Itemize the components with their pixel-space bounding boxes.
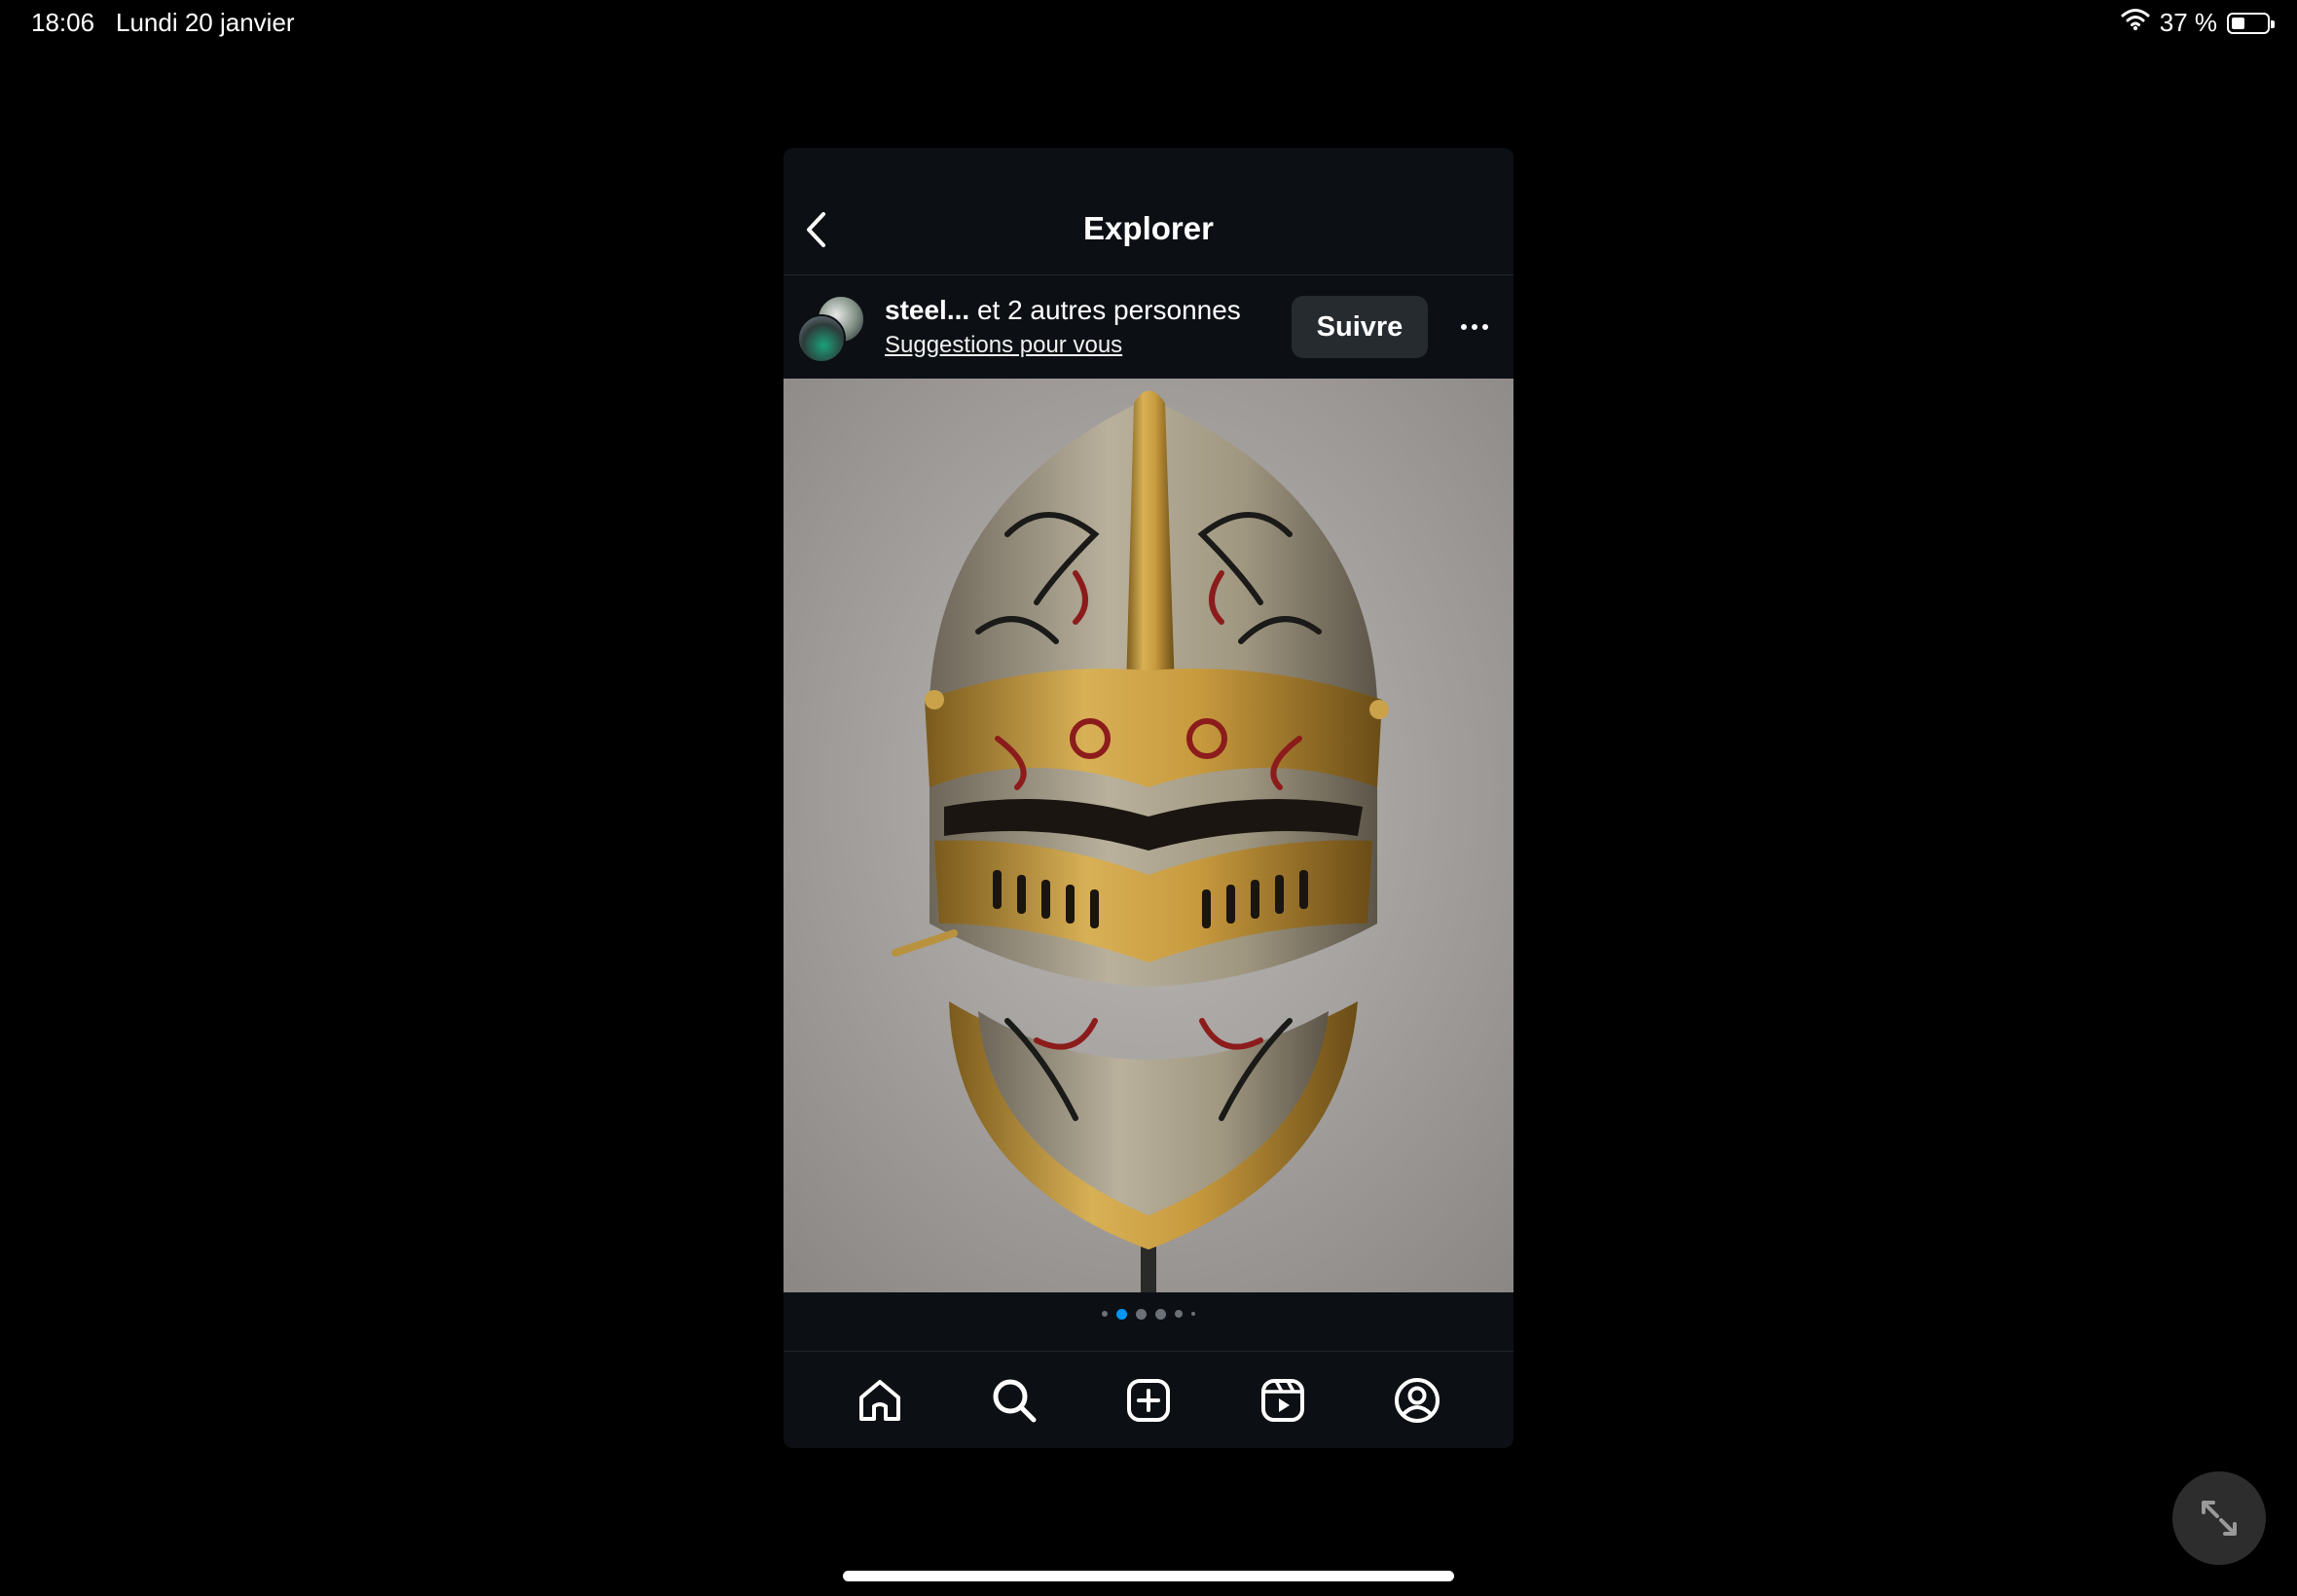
home-indicator[interactable]	[843, 1571, 1454, 1581]
profile-icon	[1395, 1377, 1440, 1423]
tab-reels[interactable]	[1257, 1374, 1309, 1427]
helmet-image	[784, 379, 1513, 1292]
top-bar: Explorer	[784, 148, 1513, 275]
avatar[interactable]	[797, 295, 865, 363]
suggestions-link[interactable]: Suggestions pour vous	[885, 332, 1122, 359]
tab-profile[interactable]	[1391, 1374, 1443, 1427]
status-indicators: 37 %	[2121, 8, 2275, 38]
tab-create[interactable]	[1122, 1374, 1175, 1427]
wifi-icon	[2121, 8, 2150, 38]
tab-bar	[784, 1351, 1513, 1448]
status-time: 18:06	[31, 8, 95, 37]
carousel-indicator	[784, 1306, 1513, 1322]
home-icon	[859, 1379, 900, 1421]
battery-percent: 37 %	[2159, 8, 2217, 37]
post-image[interactable]	[784, 379, 1513, 1292]
battery-level	[2232, 17, 2244, 29]
reels-icon	[1261, 1378, 1304, 1422]
app-window: Explorer steel... et 2 autres personnes …	[784, 148, 1513, 1448]
status-date: Lundi 20 janvier	[116, 8, 295, 37]
carousel-dot	[1116, 1308, 1127, 1320]
follow-button[interactable]: Suivre	[1292, 296, 1428, 358]
create-icon	[1127, 1378, 1170, 1422]
ellipsis-icon	[1461, 324, 1467, 330]
post-header: steel... et 2 autres personnes Suggestio…	[784, 275, 1513, 379]
username[interactable]: steel...	[885, 295, 969, 325]
fullscreen-button[interactable]	[2172, 1471, 2266, 1565]
username-suffix: et 2 autres personnes	[969, 295, 1241, 325]
tab-search[interactable]	[988, 1374, 1040, 1427]
search-icon	[993, 1379, 1037, 1422]
carousel-dot	[1102, 1311, 1108, 1317]
avatar-image	[797, 314, 846, 363]
battery-icon	[2227, 12, 2275, 34]
more-options-button[interactable]	[1455, 305, 1494, 349]
page-title: Explorer	[1083, 210, 1214, 246]
carousel-dot	[1175, 1310, 1183, 1318]
carousel-dot	[1155, 1308, 1166, 1320]
post-author[interactable]: steel... et 2 autres personnes	[885, 295, 1241, 326]
expand-arrows-icon	[2202, 1501, 2237, 1536]
tab-home[interactable]	[854, 1374, 906, 1427]
carousel-dot	[1191, 1312, 1195, 1316]
carousel-dot	[1136, 1308, 1147, 1320]
